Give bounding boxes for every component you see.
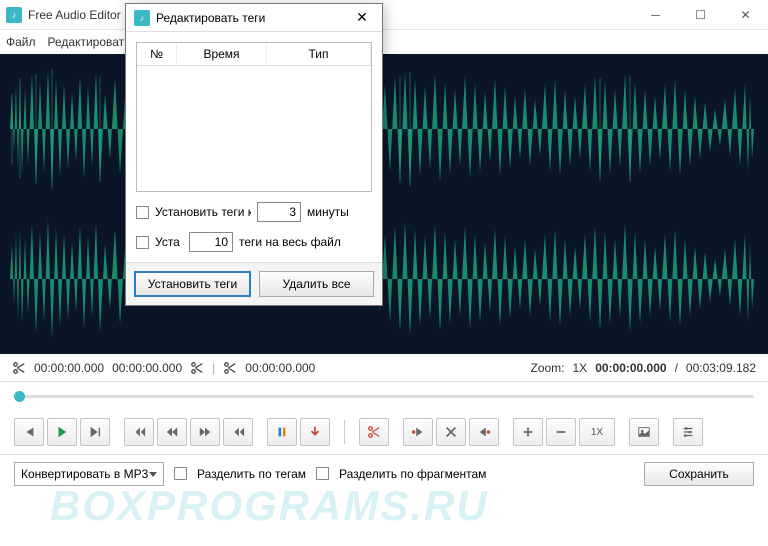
play-button[interactable]: [47, 418, 77, 446]
delete-all-button[interactable]: Удалить все: [259, 271, 374, 297]
maximize-button[interactable]: ☐: [678, 0, 723, 30]
delete-button[interactable]: [436, 418, 466, 446]
save-button-label: Сохранить: [669, 467, 729, 481]
format-combo[interactable]: Конвертировать в MP3: [14, 462, 164, 486]
forward-button[interactable]: [190, 418, 220, 446]
menu-edit[interactable]: Редактировать: [48, 35, 131, 49]
go-start-button[interactable]: [124, 418, 154, 446]
split-tags-label: Разделить по тегам: [197, 467, 306, 481]
dialog-title: Редактировать теги: [156, 11, 265, 25]
menu-file[interactable]: Файл: [6, 35, 36, 49]
zoom-in-button[interactable]: [513, 418, 543, 446]
player-toolbar: 1X: [0, 410, 768, 454]
set-tags-button-label: Установить теги: [148, 277, 237, 291]
close-button[interactable]: ✕: [723, 0, 768, 30]
slider-thumb[interactable]: [14, 391, 25, 402]
prev-frame-button[interactable]: [14, 418, 44, 446]
time-from: 00:00:00.000: [34, 361, 104, 375]
split-fragments-label: Разделить по фрагментам: [339, 467, 486, 481]
scissors-icon: [12, 361, 26, 375]
minutes-input[interactable]: [257, 202, 301, 222]
scissors-icon: [223, 361, 237, 375]
dialog-titlebar[interactable]: ♪ Редактировать теги ✕: [126, 4, 382, 32]
rewind-button[interactable]: [157, 418, 187, 446]
count-unit: теги на весь файл: [239, 235, 341, 249]
cut-button[interactable]: [359, 418, 389, 446]
marker-pause-button[interactable]: [267, 418, 297, 446]
col-num[interactable]: №: [137, 43, 177, 65]
time-duration: 00:03:09.182: [686, 361, 756, 375]
zoom-out-button[interactable]: [546, 418, 576, 446]
zoom-level-button[interactable]: 1X: [579, 418, 615, 446]
count-input[interactable]: [189, 232, 233, 252]
time-position: 00:00:00.000: [595, 361, 666, 375]
split-tags-checkbox[interactable]: [174, 467, 187, 480]
edit-tags-dialog: ♪ Редактировать теги ✕ № Время Тип Устан…: [125, 3, 383, 306]
col-time[interactable]: Время: [177, 43, 267, 65]
minimize-button[interactable]: ─: [633, 0, 678, 30]
set-tags-every-checkbox[interactable]: [136, 206, 149, 219]
time-bar: 00:00:00.000 00:00:00.000 | 00:00:00.000…: [0, 354, 768, 382]
delete-all-button-label: Удалить все: [282, 277, 350, 291]
zoom-text: 1X: [591, 427, 603, 438]
marker-down-button[interactable]: [300, 418, 330, 446]
col-type[interactable]: Тип: [267, 43, 371, 65]
minutes-unit: минуты: [307, 205, 349, 219]
dialog-close-button[interactable]: ✕: [350, 6, 374, 30]
zoom-value: 1X: [573, 361, 588, 375]
format-combo-label: Конвертировать в MP3: [21, 467, 148, 481]
set-tags-count-label: Уста: [155, 235, 183, 249]
scissors-icon: [190, 361, 204, 375]
set-tags-button[interactable]: Установить теги: [134, 271, 251, 297]
time-to: 00:00:00.000: [112, 361, 182, 375]
bottom-bar: Конвертировать в MP3 Разделить по тегам …: [0, 454, 768, 492]
table-header: № Время Тип: [137, 43, 371, 66]
tags-table[interactable]: № Время Тип: [136, 42, 372, 192]
time-separator: /: [675, 361, 678, 375]
image-button[interactable]: [629, 418, 659, 446]
split-fragments-checkbox[interactable]: [316, 467, 329, 480]
play-selection-button[interactable]: [80, 418, 110, 446]
position-slider[interactable]: [14, 395, 754, 398]
go-end-button[interactable]: [223, 418, 253, 446]
set-tags-count-checkbox[interactable]: [136, 236, 149, 249]
app-icon: ♪: [6, 7, 22, 23]
main-titlebar: ♪ Free Audio Editor ─ ☐ ✕: [0, 0, 768, 30]
position-slider-row: [0, 382, 768, 410]
set-tags-every-label: Установить теги к: [155, 205, 251, 219]
dialog-icon: ♪: [134, 10, 150, 26]
menu-bar: Файл Редактировать: [0, 30, 768, 54]
settings-button[interactable]: [673, 418, 703, 446]
zoom-label: Zoom:: [530, 361, 564, 375]
waveform-display[interactable]: [0, 54, 768, 354]
trim-right-button[interactable]: [469, 418, 499, 446]
trim-left-button[interactable]: [403, 418, 433, 446]
save-button[interactable]: Сохранить: [644, 462, 754, 486]
time-sel: 00:00:00.000: [245, 361, 315, 375]
